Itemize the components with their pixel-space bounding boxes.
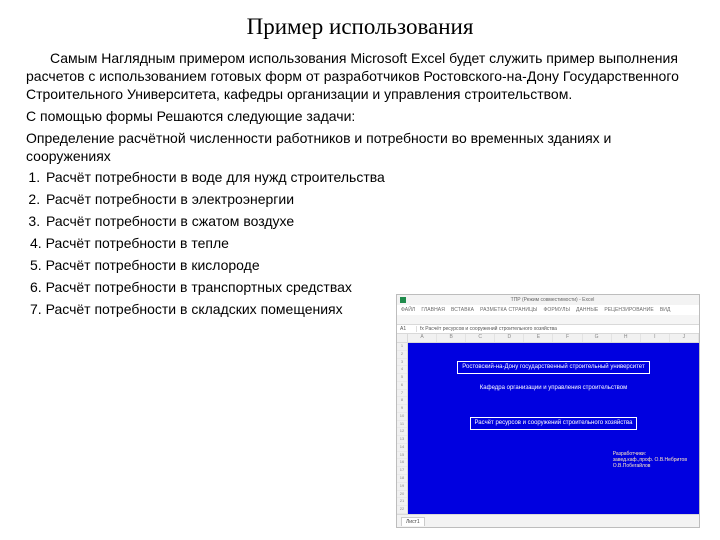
intro-paragraph: Самым Наглядным примером использования M…: [26, 50, 694, 104]
row-header[interactable]: 10: [397, 413, 407, 421]
row-header[interactable]: 14: [397, 444, 407, 452]
ribbon-tab[interactable]: ДАННЫЕ: [576, 307, 598, 313]
col-header[interactable]: E: [524, 334, 553, 342]
row-header[interactable]: 20: [397, 491, 407, 499]
row-header[interactable]: 15: [397, 452, 407, 460]
row-header[interactable]: 9: [397, 405, 407, 413]
list-item: Расчёт потребности в сжатом воздухе: [44, 213, 694, 231]
row-header[interactable]: 4: [397, 366, 407, 374]
col-header[interactable]: G: [583, 334, 612, 342]
col-header[interactable]: D: [495, 334, 524, 342]
sheet-title-box: Расчёт ресурсов и сооружений строительно…: [408, 417, 699, 430]
sheet-developers: Разработчики: завед.каф.,проф. О.В.Небри…: [613, 451, 687, 469]
ribbon-tab[interactable]: ФАЙЛ: [401, 307, 415, 313]
excel-icon: [400, 297, 406, 303]
ribbon-tab[interactable]: ВИД: [660, 307, 671, 313]
excel-ribbon-tabs: ФАЙЛ ГЛАВНАЯ ВСТАВКА РАЗМЕТКА СТРАНИЦЫ Ф…: [397, 305, 699, 315]
list-item: Расчёт потребности в электроэнергии: [44, 191, 694, 209]
col-header[interactable]: A: [408, 334, 437, 342]
row-header[interactable]: 21: [397, 498, 407, 506]
ribbon-tab[interactable]: ВСТАВКА: [451, 307, 474, 313]
select-all-corner[interactable]: [397, 334, 408, 342]
task-headcount: Определение расчётной численности работн…: [26, 130, 694, 166]
list-item: 4. Расчёт потребности в тепле: [30, 235, 356, 253]
tasks-intro: С помощью формы Решаются следующие задач…: [26, 108, 694, 126]
row-headers: 1 2 3 4 5 6 7 8 9 10 11 12 13 14 15 16 1: [397, 343, 408, 514]
row-header[interactable]: 22: [397, 506, 407, 514]
list-item: 6. Расчёт потребности в транспортных сре…: [30, 279, 356, 297]
sheet-dept-name: Кафедра организации и управления строите…: [408, 385, 699, 392]
col-header[interactable]: I: [641, 334, 670, 342]
col-header[interactable]: F: [553, 334, 582, 342]
formula-content[interactable]: fx Расчёт ресурсов и сооружений строител…: [420, 326, 557, 332]
row-header[interactable]: 12: [397, 428, 407, 436]
excel-titlebar: ТПР (Режим совместимости) - Excel: [397, 295, 699, 305]
row-header[interactable]: 3: [397, 359, 407, 367]
row-header[interactable]: 19: [397, 483, 407, 491]
name-box[interactable]: A1: [400, 326, 417, 332]
excel-title: ТПР (Режим совместимости) - Excel: [409, 297, 696, 303]
list-item: 7. Расчёт потребности в складских помеще…: [30, 301, 356, 319]
slide-body: Самым Наглядным примером использования M…: [26, 50, 694, 319]
list-item: Расчёт потребности в воде для нужд строи…: [44, 169, 694, 187]
row-header[interactable]: 5: [397, 374, 407, 382]
col-header[interactable]: B: [437, 334, 466, 342]
numbered-list: Расчёт потребности в воде для нужд строи…: [26, 169, 694, 231]
ribbon-tab[interactable]: РЕЦЕНЗИРОВАНИЕ: [604, 307, 654, 313]
col-header[interactable]: J: [670, 334, 699, 342]
slide-title: Пример использования: [26, 14, 694, 40]
excel-toolbar: [397, 315, 699, 325]
row-header[interactable]: 11: [397, 421, 407, 429]
list-item: 5. Расчёт потребности в кислороде: [30, 257, 356, 275]
sheet-univ-name: Ростовский-на-Дону государственный строи…: [408, 361, 699, 374]
row-header[interactable]: 8: [397, 397, 407, 405]
col-header[interactable]: H: [612, 334, 641, 342]
column-headers: A B C D E F G H I J: [397, 334, 699, 343]
row-header[interactable]: 13: [397, 436, 407, 444]
row-header[interactable]: 16: [397, 459, 407, 467]
row-header[interactable]: 7: [397, 390, 407, 398]
ribbon-tab[interactable]: ФОРМУЛЫ: [543, 307, 570, 313]
ribbon-tab[interactable]: ГЛАВНАЯ: [421, 307, 445, 313]
row-header[interactable]: 6: [397, 382, 407, 390]
row-header[interactable]: 18: [397, 475, 407, 483]
excel-formula-bar: A1 fx Расчёт ресурсов и сооружений строи…: [397, 325, 699, 334]
row-header[interactable]: 17: [397, 467, 407, 475]
ribbon-tab[interactable]: РАЗМЕТКА СТРАНИЦЫ: [480, 307, 537, 313]
excel-screenshot: ТПР (Режим совместимости) - Excel ФАЙЛ Г…: [396, 294, 698, 526]
worksheet-area[interactable]: Ростовский-на-Дону государственный строи…: [408, 343, 699, 514]
sheet-tab[interactable]: Лист1: [401, 517, 425, 526]
col-header[interactable]: C: [466, 334, 495, 342]
excel-statusbar: Лист1: [397, 514, 699, 527]
row-header[interactable]: 2: [397, 351, 407, 359]
row-header[interactable]: 1: [397, 343, 407, 351]
